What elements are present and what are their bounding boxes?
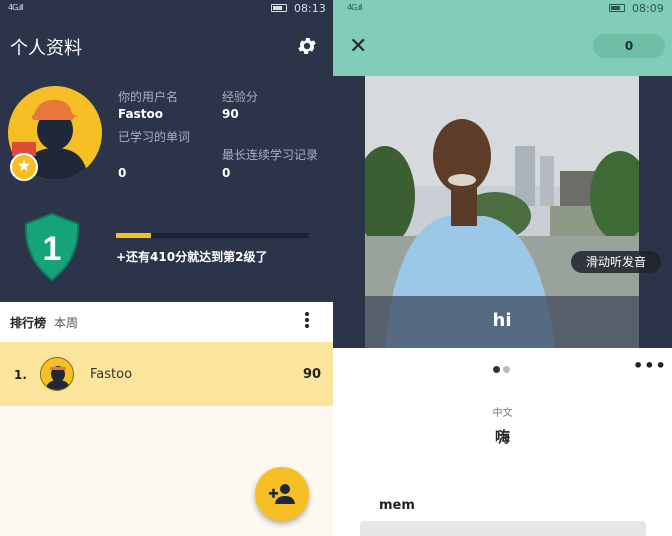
leaderboard-period: 本周 xyxy=(54,316,79,330)
leaderboard-title: 排行榜 xyxy=(10,316,47,330)
username-label: 你的用户名 xyxy=(118,90,179,104)
leaderboard-name: Fastoo xyxy=(90,367,133,382)
learning-screen: 4G.ıll 08:09 ✕ 0 滑动听发音 hi ••• 中文 嗨 mem xyxy=(333,0,672,536)
username-value: Fastoo xyxy=(118,107,163,121)
person-add-icon xyxy=(269,484,295,504)
longest-streak-label: 最长连续学习记录 xyxy=(222,148,319,162)
leaderboard-rank: 1. xyxy=(14,368,27,382)
page-indicator xyxy=(493,358,513,377)
level-number: 1 xyxy=(43,230,62,268)
longest-streak-value: 0 xyxy=(222,166,231,180)
leaderboard-header: 排行榜 本周 xyxy=(0,302,333,342)
language-label: 中文 xyxy=(492,408,513,419)
caption-bar: hi xyxy=(365,296,639,348)
battery-icon xyxy=(609,4,625,12)
gear-icon[interactable] xyxy=(296,35,318,57)
mem-label: mem xyxy=(379,498,415,513)
status-time: 08:09 xyxy=(632,2,664,15)
leaderboard-avatar xyxy=(40,357,74,391)
mem-input[interactable] xyxy=(360,521,646,536)
level-progress-bar xyxy=(116,233,309,238)
star-badge-icon: ★ xyxy=(10,153,38,181)
battery-icon xyxy=(271,4,287,12)
more-horiz-icon[interactable]: ••• xyxy=(633,356,667,375)
xp-value: 90 xyxy=(222,107,239,121)
page-title: 个人资料 xyxy=(10,38,82,59)
status-bar: 4G.ıll 08:13 xyxy=(0,0,333,18)
status-bar: 4G.ıll 08:09 xyxy=(333,0,672,18)
page-dot-active xyxy=(493,366,500,373)
more-vert-icon[interactable] xyxy=(302,312,312,332)
xp-label: 经验分 xyxy=(222,90,259,104)
leaderboard-xp: 90 xyxy=(303,367,322,382)
status-time: 08:13 xyxy=(294,2,326,15)
person-silhouette-icon xyxy=(45,366,71,390)
add-friend-button[interactable] xyxy=(255,467,309,521)
level-shield-icon: 1 xyxy=(24,212,80,282)
signal-indicator: 4G.ıll xyxy=(347,3,362,12)
level-progress-text: +还有410分就达到第2级了 xyxy=(116,250,268,264)
leaderboard-row[interactable]: 1. Fastoo 90 xyxy=(0,342,333,406)
profile-screen: 4G.ıll 08:13 个人资料 ★ 你的用户名 Fastoo 经验分 90 … xyxy=(0,0,333,536)
close-icon[interactable]: ✕ xyxy=(349,34,367,59)
words-learned-value: 0 xyxy=(118,166,127,180)
video-caption: hi xyxy=(492,310,512,331)
signal-indicator: 4G.ıll xyxy=(8,3,23,12)
words-learned-label: 已学习的单词 xyxy=(118,130,191,144)
translation-text: 嗨 xyxy=(494,428,510,446)
page-dot xyxy=(503,366,510,373)
swipe-to-hear-hint: 滑动听发音 xyxy=(571,251,661,273)
level-progress-fill xyxy=(116,233,151,238)
score-badge: 0 xyxy=(593,34,665,58)
